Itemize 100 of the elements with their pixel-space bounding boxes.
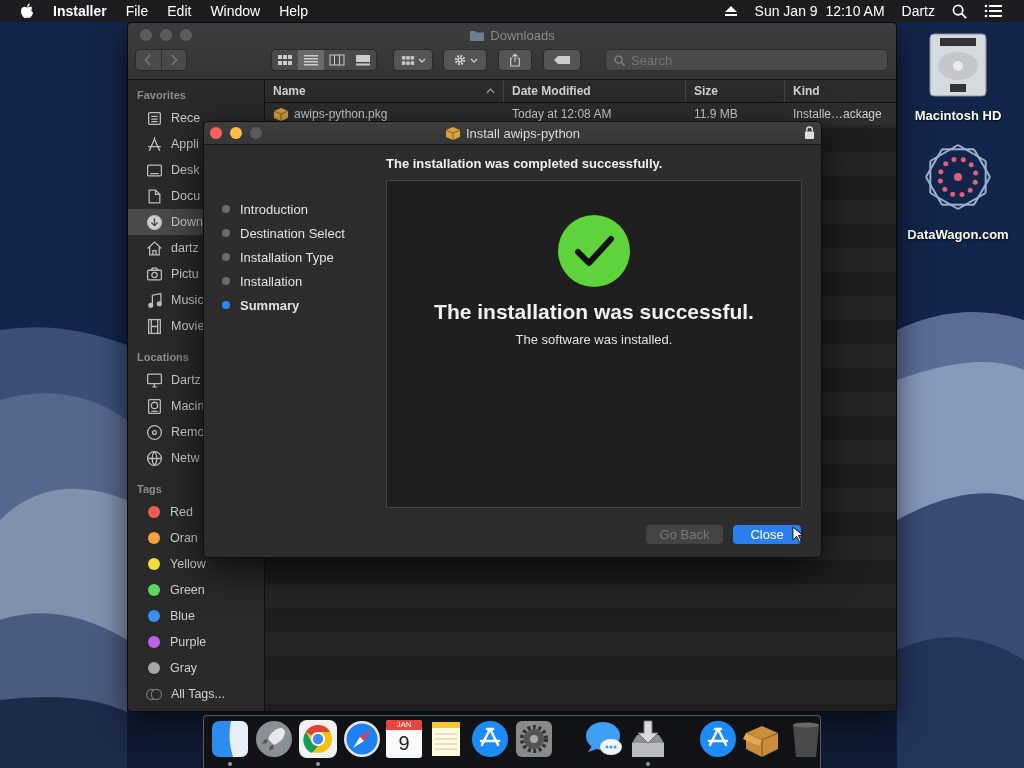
tag-button[interactable] <box>543 49 581 71</box>
app-store-icon[interactable] <box>698 719 738 759</box>
window-title: Install awips-python <box>465 125 581 141</box>
split-tile-icon[interactable] <box>210 719 250 759</box>
sidebar-item[interactable]: Blue <box>128 603 264 629</box>
grid-icon <box>277 54 293 66</box>
sidebar-item[interactable]: Red <box>128 499 264 525</box>
browser-icon[interactable] <box>298 719 338 759</box>
column-header[interactable]: Kind <box>785 80 896 102</box>
menu-item[interactable]: Window <box>210 3 261 19</box>
caret-icon <box>469 57 478 63</box>
view-button[interactable] <box>298 50 324 70</box>
icon-label: Macintosh HD <box>914 108 1002 123</box>
window-title: Downloads <box>490 27 555 43</box>
table-cell-text: Installe…ackage <box>792 107 883 121</box>
list-icon[interactable] <box>984 4 1002 18</box>
apple-icon[interactable] <box>20 3 34 19</box>
music-note-icon <box>146 291 163 309</box>
sidebar-item[interactable]: Dartz <box>128 367 264 393</box>
step-dot <box>222 301 230 309</box>
step-dot <box>222 253 230 261</box>
view-switcher[interactable] <box>271 49 377 71</box>
share-button[interactable] <box>498 49 532 71</box>
calendar-icon[interactable]: JAN 9 <box>386 720 422 758</box>
sidebar-item[interactable]: Rece <box>128 105 264 131</box>
drive-icon <box>146 397 163 415</box>
rocket-icon[interactable] <box>254 719 294 759</box>
menu-item[interactable]: Help <box>279 3 308 19</box>
menu-item[interactable]: Edit <box>167 3 192 19</box>
sidebar-item[interactable]: All Tags... <box>128 681 264 707</box>
calendar-month: JAN <box>386 720 422 730</box>
share-icon <box>509 53 521 67</box>
clock[interactable]: Sun Jan 9 12:10 AM <box>754 3 885 19</box>
action-button[interactable] <box>443 49 487 71</box>
step-item: Installation Type <box>204 245 386 269</box>
app-store-icon[interactable] <box>470 719 510 759</box>
sort-caret-icon <box>486 88 495 94</box>
column-header[interactable]: Size <box>686 80 785 102</box>
sidebar-item[interactable]: Purple <box>128 629 264 655</box>
sidebar-item[interactable]: Gray <box>128 655 264 681</box>
forward-icon <box>169 54 178 66</box>
document-list-icon <box>146 109 163 127</box>
eject-icon[interactable] <box>723 5 738 17</box>
caret-icon <box>417 57 426 63</box>
globe-icon <box>146 449 163 467</box>
camera-icon <box>146 265 163 283</box>
compass-icon[interactable] <box>342 719 382 759</box>
gallery-icon <box>355 54 371 66</box>
list-icon <box>303 54 319 66</box>
sidebar-item[interactable]: Desk <box>128 157 264 183</box>
user-name[interactable]: Dartz <box>901 3 935 19</box>
step-dot <box>222 205 230 213</box>
disc-icon <box>146 423 163 441</box>
section-header: Favorites <box>136 88 187 103</box>
film-icon <box>146 317 163 335</box>
table-cell-text: Today at 12:08 AM <box>511 107 613 121</box>
drive-icon <box>926 30 990 100</box>
sidebar-item[interactable]: Netw <box>128 445 264 471</box>
back-icon <box>144 54 153 66</box>
file-name: awips-python.pkg <box>294 107 388 121</box>
group-button[interactable] <box>393 49 433 71</box>
window-control[interactable] <box>210 127 222 139</box>
section-header: Tags <box>136 482 163 497</box>
gear-icon[interactable] <box>514 719 554 759</box>
checkmark-icon <box>558 215 630 287</box>
search-icon <box>614 54 625 66</box>
overlapping-circles-icon <box>146 687 163 701</box>
sidebar-item[interactable]: Oran <box>128 525 264 551</box>
section-header: Locations <box>136 350 190 365</box>
download-icon <box>146 213 163 231</box>
sidebar-item[interactable]: Remo <box>128 419 264 445</box>
button[interactable]: Close <box>733 525 801 544</box>
sidebar-item[interactable]: Appli <box>128 131 264 157</box>
result-title: The installation was successful. <box>434 300 754 324</box>
column-header[interactable]: Date Modified <box>504 80 686 102</box>
gear-icon <box>452 53 467 67</box>
cursor-icon <box>792 526 803 543</box>
step-item: Installation <box>204 269 386 293</box>
document-icon <box>146 187 163 205</box>
step-dot <box>222 229 230 237</box>
window-control[interactable] <box>230 127 242 139</box>
sidebar-item[interactable]: Green <box>128 577 264 603</box>
lock-icon <box>804 126 815 139</box>
calendar-day: 9 <box>398 730 410 756</box>
result-message: The software was installed. <box>515 332 673 347</box>
menu-item[interactable]: File <box>125 3 149 19</box>
app-menu[interactable]: Installer <box>53 3 107 19</box>
table-cell-text: 11.9 MB <box>693 107 739 121</box>
package-icon <box>273 107 289 121</box>
package-icon <box>444 126 461 140</box>
search-icon[interactable] <box>952 3 967 19</box>
navigation-control[interactable] <box>135 49 187 71</box>
grid-icon <box>400 54 415 66</box>
pencil-ruler-icon <box>146 135 163 153</box>
tag-icon <box>553 55 571 65</box>
icon-label: DataWagon.com <box>907 227 1009 242</box>
column-header[interactable]: Name <box>265 80 504 102</box>
folder-icon <box>469 28 486 42</box>
sidebar-item[interactable]: Yellow <box>128 551 264 577</box>
heading: The installation was completed successfully. <box>386 156 664 172</box>
